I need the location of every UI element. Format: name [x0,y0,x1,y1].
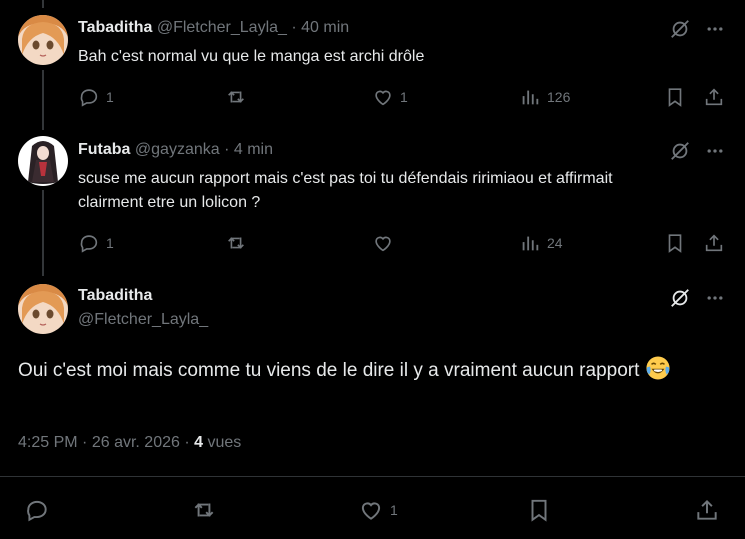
avatar[interactable] [18,136,68,186]
share-upload-icon [705,88,723,106]
author-handle[interactable]: @Fletcher_Layla_ [157,19,287,36]
views-button[interactable]: 126 [519,86,570,108]
reply-button[interactable]: 1 [78,86,114,108]
more-dots-icon[interactable] [705,288,725,308]
reply-bubble-icon [80,89,98,107]
share-button[interactable] [703,86,725,108]
tweet-text: scuse me aucun rapport mais c'est pas to… [78,170,613,211]
grok-slash-icon[interactable] [669,18,691,40]
like-button[interactable]: 1 [372,86,408,108]
share-upload-icon [705,234,723,252]
author-name[interactable]: Futaba [78,141,130,158]
bookmark-button[interactable] [664,86,686,108]
views-count: 4 [194,434,204,451]
share-upload-icon [697,499,717,520]
action-bar: 1 24 [78,232,728,256]
tweet-top-icons [669,140,725,162]
avatar[interactable] [18,284,68,334]
author-handle[interactable]: @gayzanka [135,141,220,158]
repost-arrows-icon [228,237,244,249]
tweet-header: Futaba @gayzanka · 4 min [78,141,273,159]
bookmark-icon [668,88,682,107]
repost-button[interactable] [190,497,224,523]
reply-count: 1 [106,235,114,251]
separator: · [291,19,297,36]
post-time[interactable]: 4:25 PM [18,434,78,451]
heart-icon [375,236,391,252]
tweet-top-icons [669,287,725,309]
like-button[interactable] [372,232,400,254]
reply-button[interactable] [24,497,56,523]
views-button[interactable]: 24 [519,232,563,254]
tweet-top-icons [669,18,725,40]
more-dots-icon[interactable] [705,141,725,161]
heart-icon [361,502,381,520]
bar-chart-icon [522,90,539,105]
reply-count: 1 [106,89,114,105]
divider [0,476,745,477]
thread-line [42,190,44,276]
action-bar: 1 1 126 [78,86,728,110]
reply-tweet-2[interactable]: Futaba @gayzanka · 4 min scuse me aucun … [0,130,745,276]
bookmark-button[interactable] [526,497,552,523]
reply-bubble-icon [80,235,98,253]
avatar[interactable] [18,15,68,65]
grok-slash-icon[interactable] [669,140,691,162]
separator: · [82,434,88,451]
reply-tweet-1[interactable]: Tabaditha @Fletcher_Layla_ · 40 min Bah … [0,0,745,130]
bookmark-button[interactable] [664,232,686,254]
main-tweet-text: Oui c'est moi mais comme tu viens de le … [18,355,718,386]
views-label: vues [207,434,242,451]
thread-line [42,70,44,130]
bookmark-icon [531,499,547,522]
author-handle[interactable]: @Fletcher_Layla_ [78,311,208,329]
like-count: 1 [400,89,408,105]
timestamp[interactable]: 40 min [301,19,349,36]
repost-arrows-icon [228,91,244,103]
reply-bubble-icon [27,500,47,522]
bookmark-icon [668,234,682,253]
view-count: 126 [547,89,571,105]
repost-button[interactable] [224,232,254,254]
main-tweet-text-content: Oui c'est moi mais comme tu viens de le … [18,360,640,381]
share-button[interactable] [703,232,725,254]
like-count: 1 [390,502,398,518]
tweet-text: Bah c'est normal vu que le manga est arc… [78,48,425,65]
like-button[interactable]: 1 [358,497,398,523]
repost-button[interactable] [224,86,254,108]
timestamp[interactable]: 4 min [234,141,273,158]
grok-slash-icon[interactable] [669,287,691,309]
face-with-tears-of-joy-emoji [646,356,670,380]
separator: · [184,434,190,451]
thread-line [42,0,44,8]
reply-button[interactable]: 1 [78,232,114,254]
post-date[interactable]: 26 avr. 2026 [92,434,180,451]
share-button[interactable] [694,497,720,523]
view-count: 24 [547,235,563,251]
main-action-bar: 1 [24,497,724,523]
more-dots-icon[interactable] [705,19,725,39]
heart-icon [375,90,391,106]
repost-arrows-icon [194,503,214,517]
bar-chart-icon [522,236,539,251]
separator: · [224,141,230,158]
author-name[interactable]: Tabaditha [78,287,152,305]
tweet-meta: 4:25 PM · 26 avr. 2026 · 4 vues [18,434,241,452]
tweet-header: Tabaditha @Fletcher_Layla_ · 40 min [78,19,349,37]
author-name[interactable]: Tabaditha [78,19,152,36]
